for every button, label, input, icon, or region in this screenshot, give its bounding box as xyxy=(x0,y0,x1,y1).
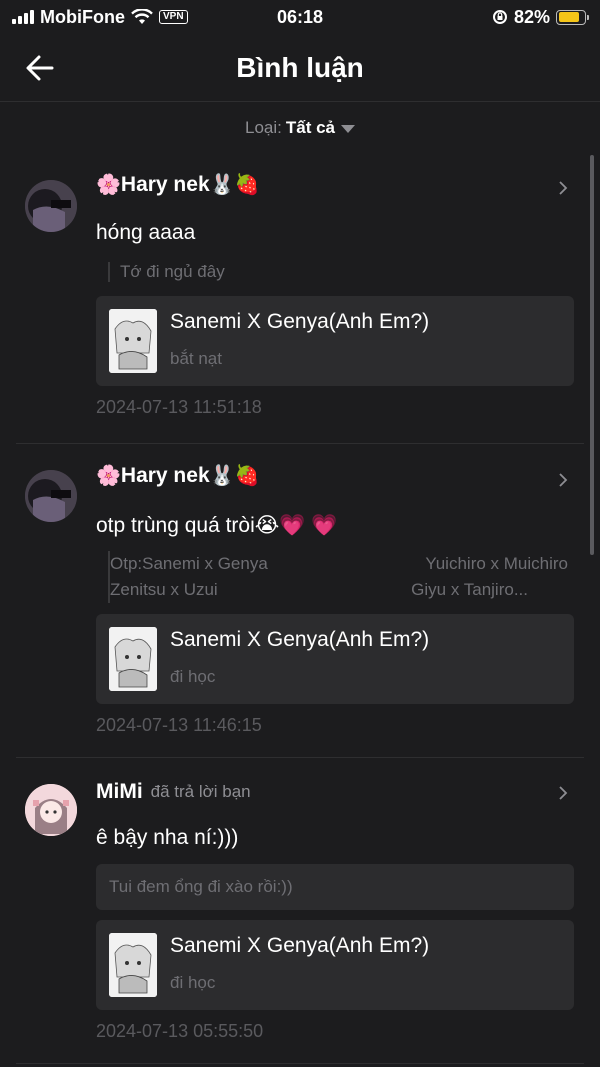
signal-icon xyxy=(12,10,34,24)
quote-line: Otp:Sanemi x Genya Yuichiro x Muichiro xyxy=(110,551,568,577)
username[interactable]: MiMi xyxy=(96,780,143,804)
chevron-right-icon[interactable] xyxy=(556,473,570,487)
vpn-badge: VPN xyxy=(158,10,188,24)
carrier-name: MobiFone xyxy=(40,6,125,27)
comment-text: ê bậy nha ní:))) xyxy=(96,826,239,849)
comment-text: otp trùng quá tròi😭💗 💗 xyxy=(96,514,338,537)
filter-label: Loại: xyxy=(244,118,282,137)
flower-emoji: 🌸 xyxy=(96,174,121,196)
avatar[interactable] xyxy=(25,784,77,836)
divider xyxy=(16,443,584,444)
username-row[interactable]: 🌸 Hary nek 🐰🍓 xyxy=(96,172,259,197)
flower-emoji: 🌸 xyxy=(96,465,121,487)
story-thumbnail xyxy=(109,309,157,373)
back-button[interactable] xyxy=(22,51,58,85)
quote-left: Otp:Sanemi x Genya xyxy=(110,554,268,573)
replied-comment-box[interactable]: Tui đem ổng đi xào rồi:)) xyxy=(96,864,574,910)
filter-dropdown[interactable]: Loại: Tất cả xyxy=(0,118,600,138)
status-right: 82% xyxy=(492,6,589,28)
avatar[interactable] xyxy=(25,470,77,522)
quote-right: Yuichiro x Muichiro xyxy=(425,554,568,573)
story-card[interactable]: Sanemi X Genya(Anh Em?) đi học xyxy=(96,920,574,1010)
story-card[interactable]: Sanemi X Genya(Anh Em?) đi học xyxy=(96,614,574,704)
scrollbar[interactable] xyxy=(590,155,594,555)
username: Hary nek xyxy=(120,463,210,487)
divider xyxy=(16,757,584,758)
rotation-lock-icon xyxy=(492,10,507,24)
header: Bình luận xyxy=(0,34,600,102)
story-title: Sanemi X Genya(Anh Em?) xyxy=(170,934,430,957)
story-card[interactable]: Sanemi X Genya(Anh Em?) bắt nạt xyxy=(96,296,574,386)
chevron-right-icon[interactable] xyxy=(556,181,570,195)
story-chapter: bắt nạt xyxy=(170,349,222,368)
quote-line: Zenitsu x Uzui Giyu x Tanjiro... xyxy=(110,577,568,603)
avatar[interactable] xyxy=(25,180,77,232)
reply-note: đã trả lời bạn xyxy=(150,782,251,801)
quote-right: Giyu x Tanjiro... xyxy=(411,580,528,599)
story-chapter: đi học xyxy=(170,973,216,992)
story-thumbnail xyxy=(109,627,157,691)
page-title: Bình luận xyxy=(236,51,364,83)
username-row[interactable]: 🌸 Hary nek 🐰🍓 xyxy=(96,463,259,488)
timestamp: 2024-07-13 11:46:15 xyxy=(96,715,262,735)
timestamp: 2024-07-13 05:55:50 xyxy=(96,1021,264,1041)
bunny-strawberry-emoji: 🐰🍓 xyxy=(209,174,260,196)
story-chapter: đi học xyxy=(170,667,216,686)
story-title: Sanemi X Genya(Anh Em?) xyxy=(170,628,430,651)
quote-left: Zenitsu x Uzui xyxy=(110,580,218,599)
comment-header: 🌸 Hary nek 🐰🍓 xyxy=(96,463,259,488)
timestamp: 2024-07-13 11:51:18 xyxy=(96,397,262,417)
username: Hary nek xyxy=(120,172,210,196)
filter-value: Tất cả xyxy=(285,118,335,137)
battery-fill xyxy=(558,12,579,22)
bunny-strawberry-emoji: 🐰🍓 xyxy=(209,465,260,487)
status-bar: MobiFone VPN 06:18 82% xyxy=(0,0,600,34)
battery-icon xyxy=(556,9,589,25)
arrow-left-icon xyxy=(26,55,54,81)
story-title: Sanemi X Genya(Anh Em?) xyxy=(170,310,430,333)
status-left: MobiFone VPN xyxy=(12,7,188,28)
quoted-text: Otp:Sanemi x Genya Yuichiro x Muichiro Z… xyxy=(108,551,568,603)
comment-header: 🌸 Hary nek 🐰🍓 xyxy=(96,172,259,197)
comment-header: MiMi đã trả lời bạn xyxy=(96,780,251,804)
wifi-icon xyxy=(131,9,153,24)
story-thumbnail xyxy=(109,933,157,997)
divider xyxy=(16,1063,584,1064)
caret-down-icon xyxy=(341,124,355,133)
chevron-right-icon[interactable] xyxy=(556,786,570,800)
comment-text: hóng aaaa xyxy=(96,221,196,244)
quoted-text: Tớ đi ngủ đây xyxy=(108,262,225,282)
battery-percent: 82% xyxy=(513,6,550,27)
